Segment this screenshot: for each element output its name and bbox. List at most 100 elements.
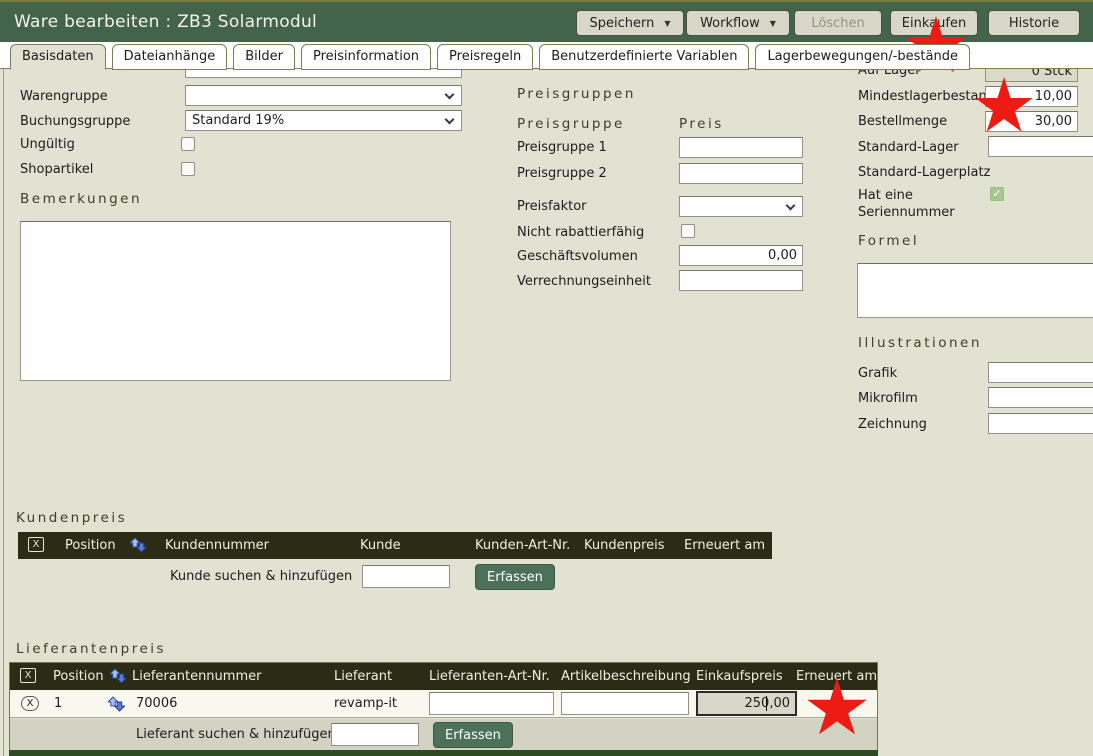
tab-preisinformation[interactable]: Preisinformation: [301, 44, 431, 70]
standard-lager-input[interactable]: [988, 136, 1093, 157]
column-kunde: Kunde: [360, 538, 401, 553]
grafik-label: Grafik: [858, 366, 897, 381]
column-erneuert-am: Erneuert am: [684, 538, 765, 553]
geschaeftsvolumen-input[interactable]: [679, 245, 803, 266]
lieferantenpreis-row[interactable]: X 1 70006 revamp-it: [10, 690, 877, 718]
lieferant-suchen-label: Lieferant suchen & hinzufügen: [136, 727, 336, 742]
row-artikelbeschreibung-input[interactable]: [561, 692, 689, 715]
chevron-down-icon: [445, 115, 455, 125]
zeichnung-label: Zeichnung: [858, 417, 927, 432]
row-select-icon[interactable]: X: [21, 696, 39, 711]
warengruppe-label: Warengruppe: [20, 89, 108, 104]
row-position: 1: [54, 696, 62, 711]
sort-icon[interactable]: [108, 696, 125, 712]
verrechnungseinheit-input[interactable]: [679, 270, 803, 291]
standard-lagerplatz-label: Standard-Lagerplatz: [858, 165, 990, 180]
lieferantenpreis-search-row: Lieferant suchen & hinzufügen Erfassen: [10, 719, 877, 750]
column-position: Position: [53, 669, 104, 684]
lieferantenpreis-heading: Lieferantenpreis: [16, 641, 166, 657]
column-kundennummer: Kundennummer: [165, 538, 269, 553]
nicht-rabattierfaehig-checkbox[interactable]: [681, 224, 695, 238]
workflow-label: Workflow: [700, 16, 760, 31]
mikrofilm-input[interactable]: [988, 387, 1093, 408]
chevron-down-icon[interactable]: ▼: [664, 19, 670, 28]
chevron-down-icon: [786, 201, 796, 211]
tab-lagerbewegungen[interactable]: Lagerbewegungen/-bestände: [755, 44, 970, 70]
buchungsgruppe-label: Buchungsgruppe: [20, 114, 130, 129]
tab-bar: Basisdaten Dateianhänge Bilder Preisinfo…: [0, 42, 1093, 69]
preisgruppe1-label: Preisgruppe 1: [517, 140, 607, 155]
preisgruppen-heading: Preisgruppen: [517, 86, 636, 102]
mikrofilm-label: Mikrofilm: [858, 391, 918, 406]
formel-textarea[interactable]: [857, 263, 1093, 318]
column-lieferant: Lieferant: [334, 669, 392, 684]
mindestlagerbestand-label: Mindestlagerbestand: [858, 89, 995, 104]
speichern-button[interactable]: Speichern ▼: [576, 10, 684, 36]
bemerkungen-heading: Bemerkungen: [20, 191, 142, 207]
verrechnungseinheit-label: Verrechnungseinheit: [517, 274, 651, 289]
lieferant-erfassen-button[interactable]: Erfassen: [433, 722, 513, 748]
einkaufen-button[interactable]: Einkaufen: [890, 10, 978, 36]
kunde-erfassen-button[interactable]: Erfassen: [475, 564, 555, 590]
tab-dateianhaenge[interactable]: Dateianhänge: [112, 44, 228, 70]
loeschen-button[interactable]: Löschen: [794, 10, 882, 36]
sort-icon[interactable]: [130, 537, 147, 553]
shopartikel-checkbox[interactable]: [181, 162, 195, 176]
bestellmenge-input[interactable]: [985, 111, 1078, 132]
bestellmenge-label: Bestellmenge: [858, 114, 947, 129]
basisdaten-panel: EAN-Code Warengruppe Buchungsgruppe Stan…: [0, 69, 1093, 756]
warengruppe-select[interactable]: [185, 85, 462, 106]
auf-lager-label: Auf Lager: [858, 69, 921, 78]
bemerkungen-textarea[interactable]: [20, 221, 451, 381]
geschaeftsvolumen-label: Geschäftsvolumen: [517, 249, 638, 264]
nicht-rabattierfaehig-label: Nicht rabattierfähig: [517, 225, 644, 240]
row-einkaufspreis-input[interactable]: [696, 691, 797, 716]
select-all-icon[interactable]: X: [20, 668, 36, 683]
ware-bearbeiten-window: Ware bearbeiten : ZB3 Solarmodul Speiche…: [0, 0, 1093, 756]
lieferantenpreis-table-header: X Position Lieferantennummer Lieferant L…: [10, 663, 877, 690]
ungueltig-checkbox[interactable]: [181, 137, 195, 151]
mindestlagerbestand-input[interactable]: [985, 86, 1078, 107]
preisgruppe1-input[interactable]: [679, 137, 803, 158]
hat-seriennummer-checkbox[interactable]: [990, 187, 1004, 201]
buchungsgruppe-select[interactable]: Standard 19%: [185, 110, 462, 131]
zeichnung-input[interactable]: [988, 413, 1093, 434]
chevron-down-icon[interactable]: ▼: [770, 19, 776, 28]
preisgruppe2-input[interactable]: [679, 163, 803, 184]
window-header: Ware bearbeiten : ZB3 Solarmodul Speiche…: [0, 2, 1093, 42]
hat-seriennummer-label: Hat eine Seriennummer: [858, 187, 958, 221]
preisfaktor-select[interactable]: [679, 196, 803, 217]
historie-button[interactable]: Historie: [988, 10, 1080, 36]
speichern-label: Speichern: [589, 16, 654, 31]
preisfaktor-label: Preisfaktor: [517, 199, 587, 214]
column-kunden-art-nr: Kunden-Art-Nr.: [475, 538, 570, 553]
einkaufen-label: Einkaufen: [902, 16, 966, 31]
workflow-button[interactable]: Workflow ▼: [686, 10, 790, 36]
tab-benutzerdefinierte-variablen[interactable]: Benutzerdefinierte Variablen: [539, 44, 749, 70]
row-lieferanten-art-nr-input[interactable]: [429, 692, 554, 715]
kunde-suchen-input[interactable]: [362, 565, 450, 588]
shopartikel-label: Shopartikel: [20, 162, 93, 177]
kundenpreis-table-header: X Position Kundennummer Kunde Kunden-Art…: [18, 532, 772, 559]
standard-lager-label: Standard-Lager: [858, 140, 959, 155]
formel-heading: Formel: [858, 233, 919, 249]
tab-basisdaten[interactable]: Basisdaten: [10, 44, 106, 70]
lieferantenpreis-table: X Position Lieferantennummer Lieferant L…: [9, 662, 878, 756]
panel-left-border: [3, 69, 4, 756]
ean-code-input[interactable]: [185, 69, 462, 78]
tab-bilder[interactable]: Bilder: [233, 44, 295, 70]
grafik-input[interactable]: [988, 362, 1093, 383]
loeschen-label: Löschen: [811, 16, 864, 31]
row-lieferantennummer: 70006: [136, 696, 177, 711]
preisgruppe2-label: Preisgruppe 2: [517, 166, 607, 181]
buchungsgruppe-value: Standard 19%: [192, 113, 284, 128]
tab-preisregeln[interactable]: Preisregeln: [437, 44, 533, 70]
lieferant-suchen-input[interactable]: [331, 723, 419, 746]
column-lieferantennummer: Lieferantennummer: [132, 669, 261, 684]
preis-column-heading: Preis: [679, 116, 724, 132]
select-all-icon[interactable]: X: [28, 537, 44, 552]
chevron-down-icon: [445, 90, 455, 100]
sort-icon[interactable]: [110, 668, 127, 684]
column-position: Position: [65, 538, 116, 553]
column-lieferanten-art-nr: Lieferanten-Art-Nr.: [429, 669, 550, 684]
